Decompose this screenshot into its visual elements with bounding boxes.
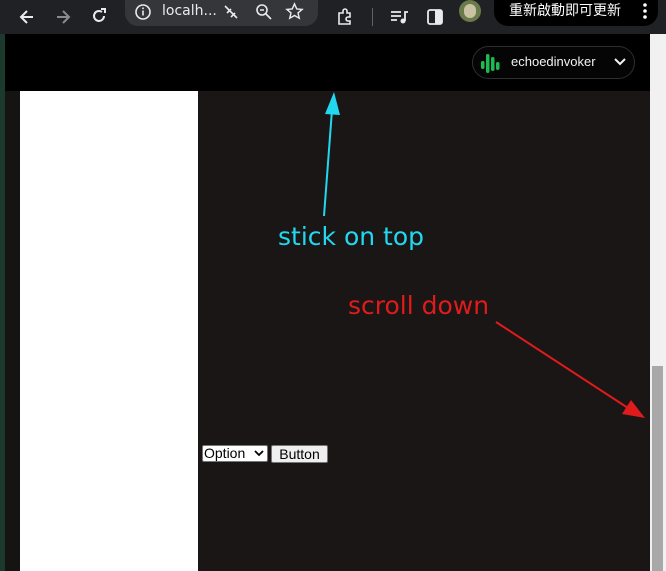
option-select-value: Option	[204, 445, 246, 461]
sidebar-panel	[20, 91, 198, 571]
chevron-down-icon	[614, 58, 626, 66]
no-translate-icon[interactable]	[222, 3, 240, 21]
extensions-icon[interactable]	[335, 7, 355, 27]
address-bar[interactable]: localh...	[125, 0, 318, 26]
more-menu-icon[interactable]	[642, 2, 648, 20]
app-logo-icon	[481, 54, 500, 73]
back-icon[interactable]	[17, 7, 37, 27]
zoom-icon[interactable]	[255, 3, 273, 21]
action-button[interactable]: Button	[271, 445, 328, 463]
scrollbar-thumb[interactable]	[652, 366, 663, 571]
browser-toolbar: localh... 重新啟動即可更新	[0, 0, 666, 34]
toolbar-divider	[372, 8, 373, 26]
option-select[interactable]: Option	[202, 445, 268, 462]
stick-on-top-annotation: stick on top	[278, 222, 424, 251]
page-left-edge	[0, 34, 5, 571]
select-arrow-icon	[254, 450, 264, 457]
url-text[interactable]: localh...	[162, 3, 217, 19]
profile-avatar-icon[interactable]	[459, 0, 481, 22]
forward-icon[interactable]	[53, 7, 73, 27]
user-menu-button[interactable]: echoedinvoker	[472, 46, 635, 79]
side-panel-icon[interactable]	[425, 7, 445, 27]
username: echoedinvoker	[511, 54, 596, 69]
reload-icon[interactable]	[89, 7, 109, 27]
relaunch-label: 重新啟動即可更新	[509, 3, 621, 19]
main-content-area	[198, 91, 650, 571]
site-info-icon[interactable]	[134, 3, 152, 21]
relaunch-to-update-button[interactable]: 重新啟動即可更新	[494, 0, 658, 26]
scroll-down-annotation: scroll down	[348, 291, 490, 320]
media-icon[interactable]	[389, 7, 409, 27]
bookmark-star-icon[interactable]	[285, 2, 304, 21]
